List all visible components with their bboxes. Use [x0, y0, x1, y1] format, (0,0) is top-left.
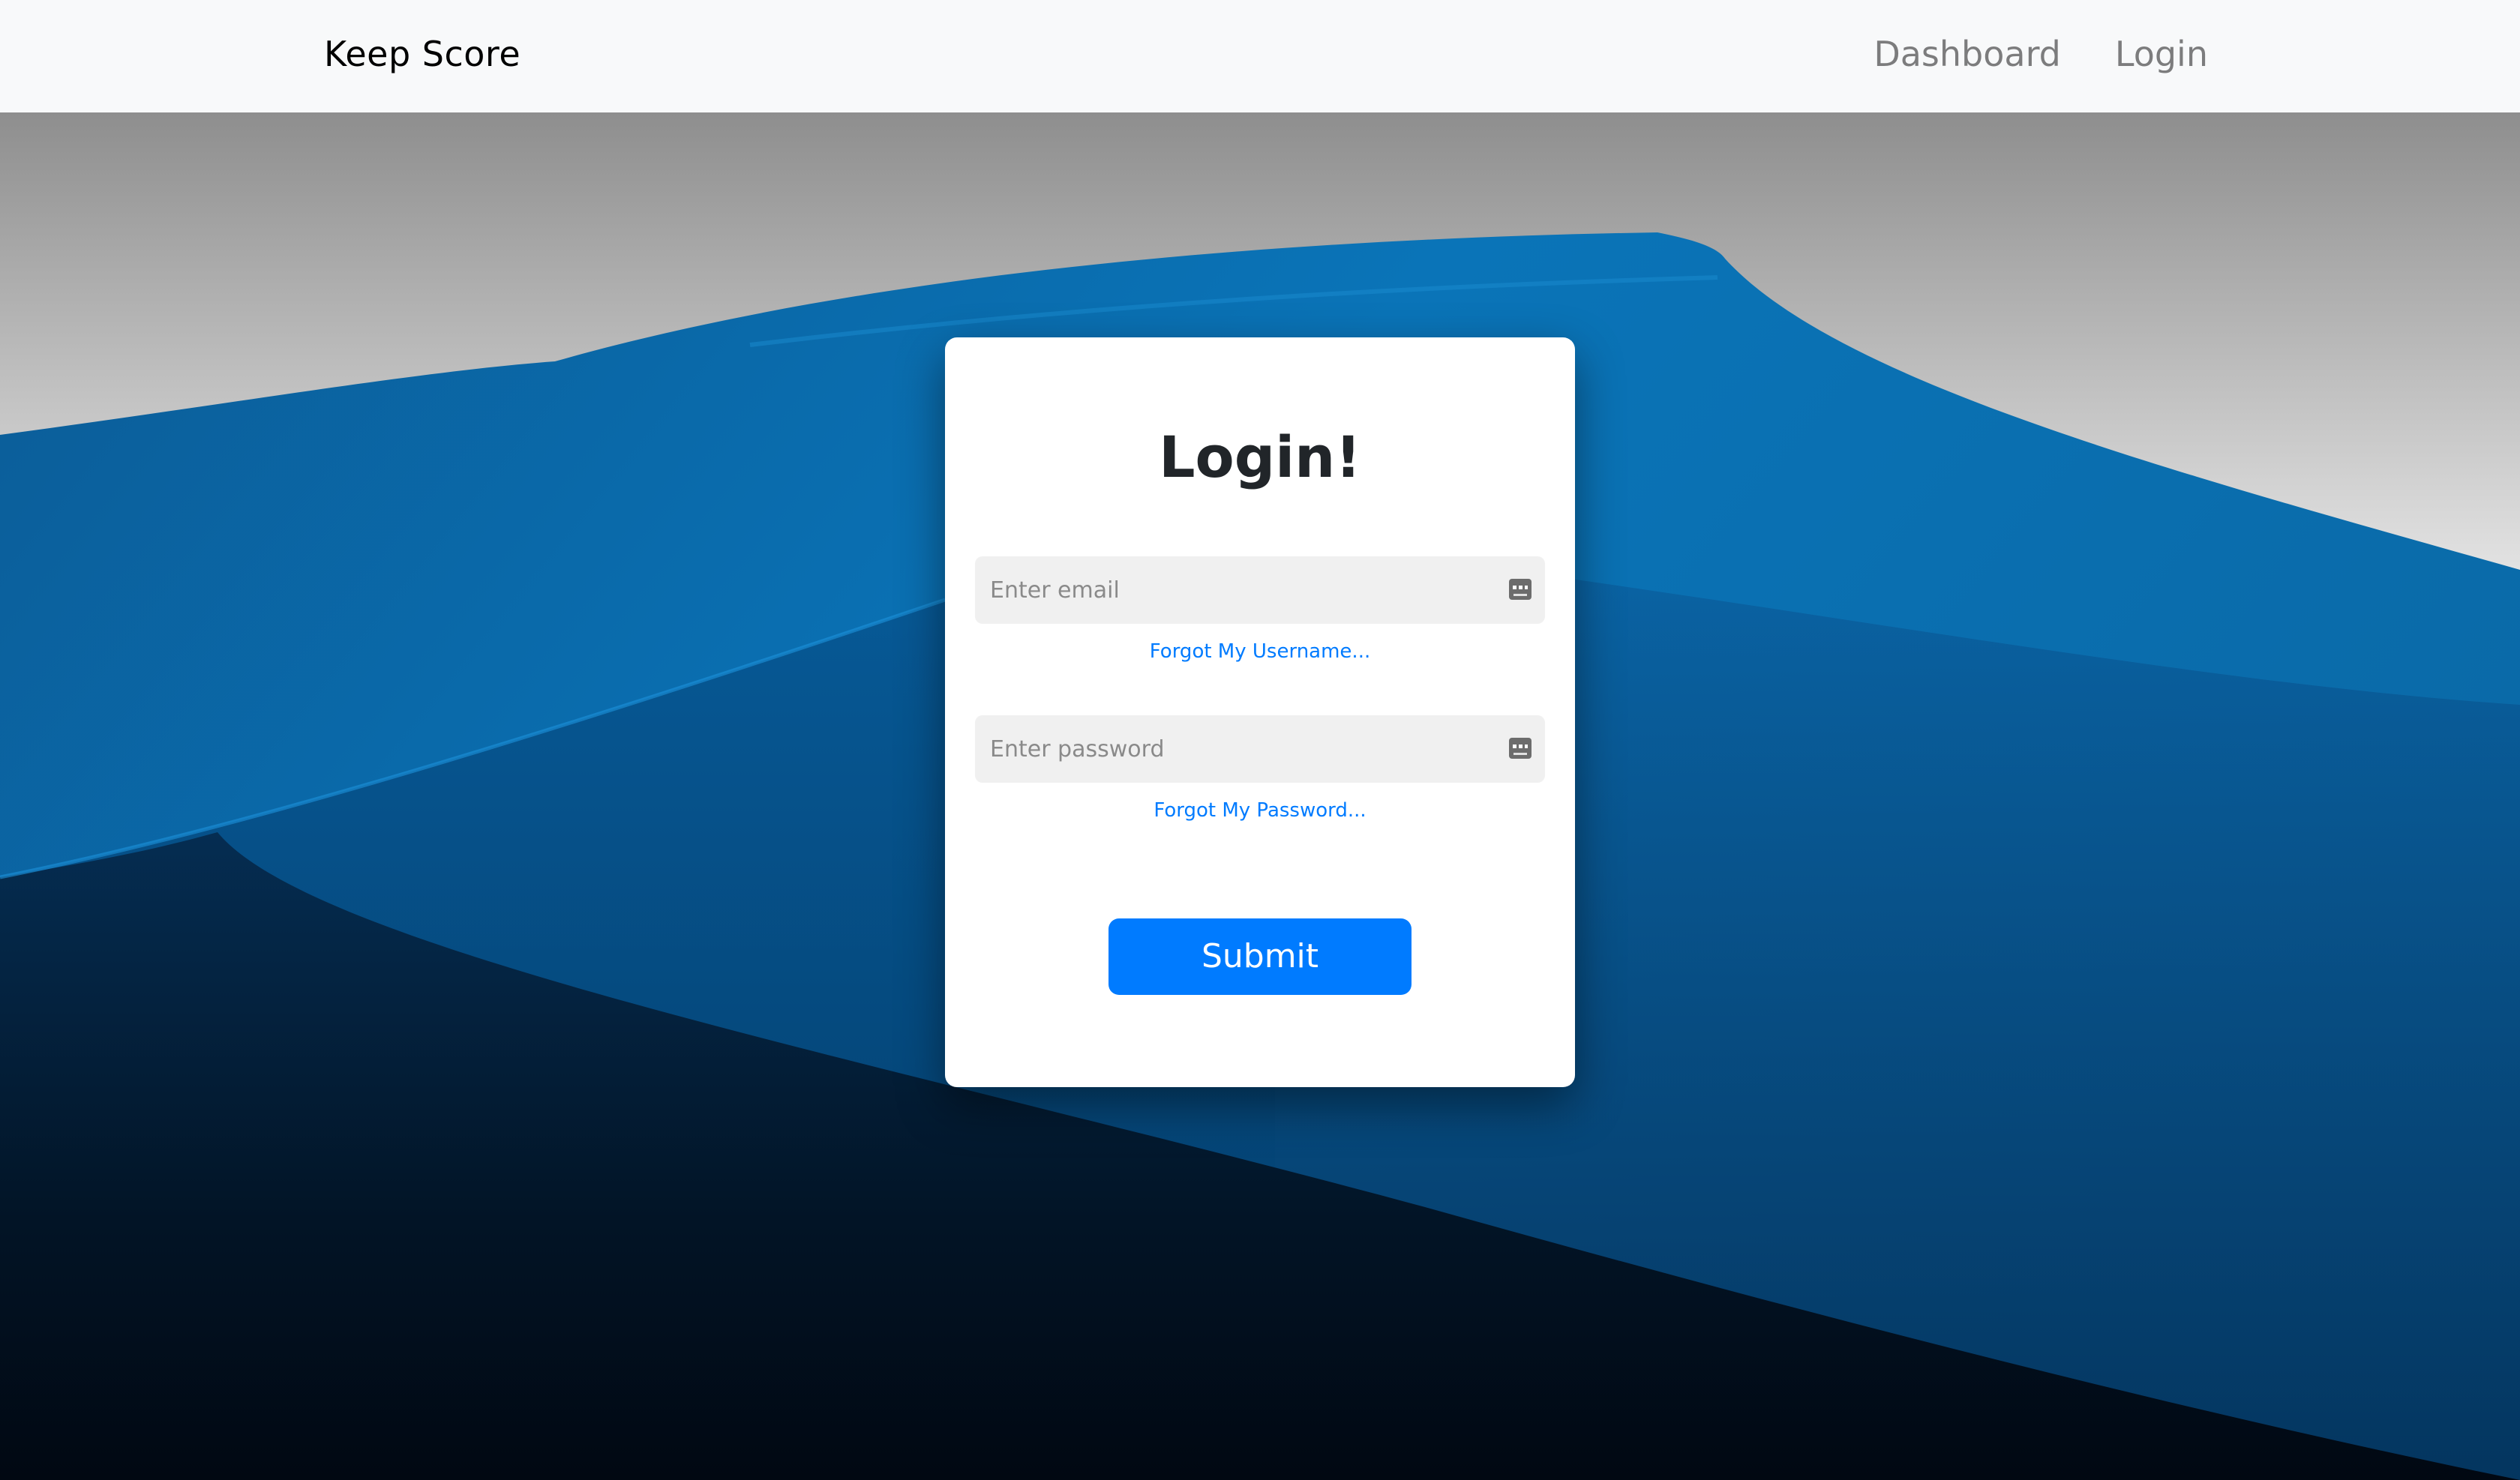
forgot-username-link[interactable]: Forgot My Username...	[945, 639, 1575, 664]
nav-link-dashboard[interactable]: Dashboard	[1874, 31, 2061, 76]
login-title: Login!	[1159, 424, 1361, 490]
navbar: Keep Score Dashboard Login	[0, 0, 2520, 112]
password-field-wrapper	[975, 715, 1545, 783]
login-card: Login! Forgot My Username... Forgot My P…	[945, 337, 1575, 1087]
password-manager-key-icon[interactable]	[1509, 579, 1532, 600]
email-field-wrapper	[975, 556, 1545, 624]
brand-link[interactable]: Keep Score	[324, 31, 520, 76]
password-input[interactable]	[975, 715, 1485, 783]
password-manager-key-icon[interactable]	[1509, 738, 1532, 759]
submit-button[interactable]: Submit	[1108, 918, 1412, 995]
nav-link-login[interactable]: Login	[2115, 31, 2208, 76]
nav-links: Dashboard Login	[1874, 31, 2208, 76]
email-input[interactable]	[975, 556, 1485, 624]
forgot-password-link[interactable]: Forgot My Password...	[945, 798, 1575, 823]
